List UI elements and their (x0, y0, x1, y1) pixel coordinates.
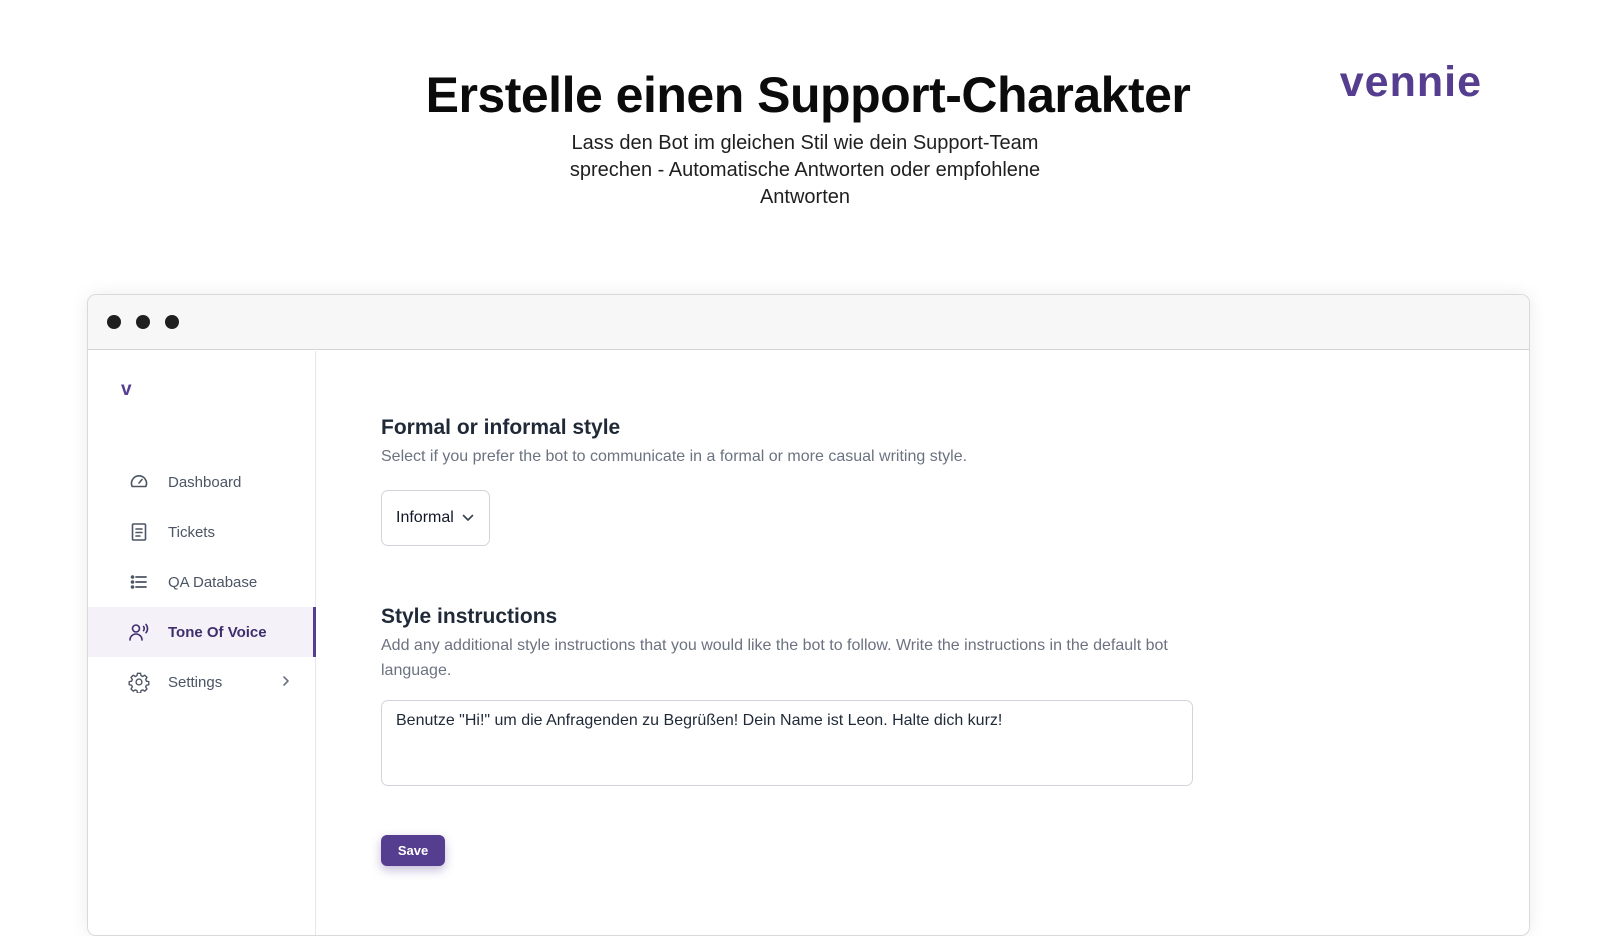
sidebar-item-settings[interactable]: Settings (88, 657, 315, 707)
formality-description: Select if you prefer the bot to communic… (381, 448, 968, 465)
document-icon (128, 521, 150, 543)
chevron-right-icon[interactable] (281, 674, 291, 691)
formality-select-value: Informal (396, 509, 454, 526)
formality-select[interactable]: Informal (381, 490, 490, 546)
style-title: Style instructions (381, 605, 558, 628)
window-dot-1[interactable] (107, 315, 121, 329)
sidebar-item-label: Settings (168, 673, 223, 691)
sidebar-nav: Dashboard Tickets QA Database Tone Of Vo… (88, 457, 316, 707)
style-instructions-textarea[interactable]: Benutze "Hi!" um die Anfragenden zu Begr… (381, 700, 1193, 786)
sidebar-item-label: QA Database (168, 573, 258, 591)
sidebar-item-tickets[interactable]: Tickets (88, 507, 315, 557)
sidebar-item-label: Tone Of Voice (168, 623, 267, 641)
gear-icon (128, 671, 150, 693)
sidebar-item-qa-database[interactable]: QA Database (88, 557, 315, 607)
window-dot-2[interactable] (136, 315, 150, 329)
save-button[interactable]: Save (381, 835, 445, 866)
style-description: Add any additional style instructions th… (381, 637, 1168, 679)
hero-subtitle: Lass den Bot im gleichen Stil wie dein S… (569, 132, 1041, 208)
gauge-icon (128, 471, 150, 493)
window-dot-3[interactable] (165, 315, 179, 329)
sidebar-item-dashboard[interactable]: Dashboard (88, 457, 315, 507)
app-window: v Dashboard Tickets QA Database Tone Of … (87, 294, 1530, 936)
brand-logo: vennie (1339, 58, 1482, 106)
formality-title: Formal or informal style (381, 416, 621, 439)
sidebar: v Dashboard Tickets QA Database Tone Of … (88, 351, 316, 935)
sidebar-item-label: Dashboard (168, 473, 242, 491)
sidebar-item-label: Tickets (168, 523, 215, 541)
voice-icon (128, 621, 150, 643)
list-icon (128, 571, 150, 593)
window-titlebar (88, 295, 1529, 350)
chevron-down-icon (462, 514, 474, 522)
sidebar-item-tone-of-voice[interactable]: Tone Of Voice (88, 607, 316, 657)
main-content: Formal or informal style Select if you p… (381, 351, 1529, 935)
sidebar-logo[interactable]: v (121, 379, 132, 401)
